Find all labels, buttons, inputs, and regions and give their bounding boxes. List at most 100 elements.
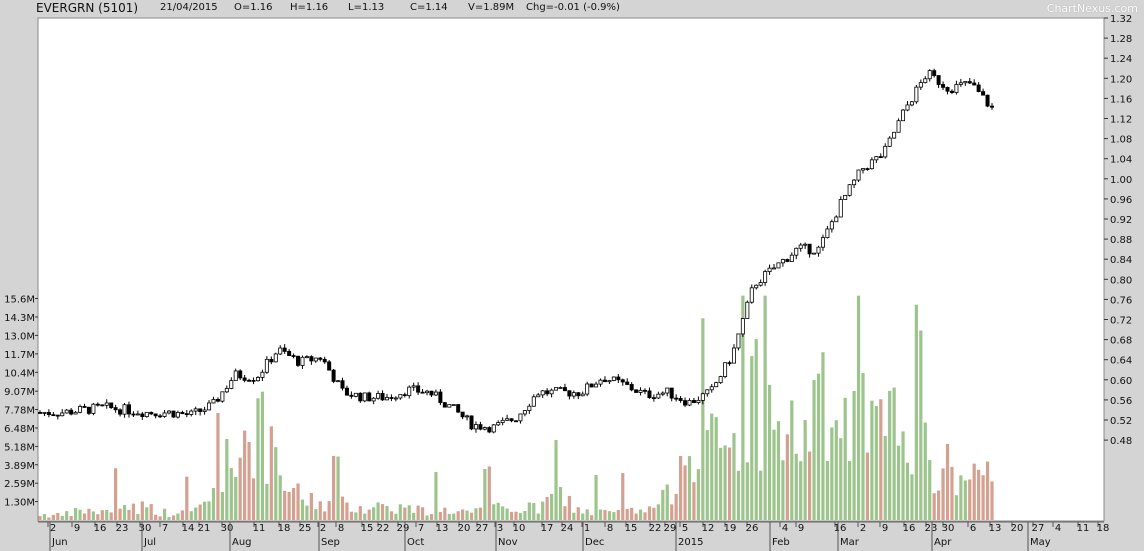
- volume-bar: [603, 509, 607, 520]
- candle-down: [38, 412, 43, 414]
- x-day-label: 29: [397, 523, 410, 534]
- volume-bar: [865, 452, 870, 520]
- candle-up: [954, 84, 959, 93]
- volume-bar: [923, 422, 927, 520]
- candle-up: [714, 382, 719, 388]
- volume-bar: [385, 505, 389, 520]
- candle-up: [909, 101, 914, 106]
- volume-bar: [60, 516, 64, 520]
- candle-down: [95, 403, 100, 406]
- candle-up: [473, 424, 478, 430]
- volume-bar: [794, 453, 798, 520]
- volume-bar: [785, 434, 789, 520]
- candle-down: [669, 387, 674, 399]
- volume-bar: [977, 469, 981, 520]
- candle-up: [78, 406, 83, 413]
- volume-bar: [808, 451, 812, 520]
- volume-bar: [665, 484, 669, 520]
- volume-bar: [91, 511, 95, 520]
- volume-bar: [478, 507, 483, 520]
- volume-bar: [496, 502, 500, 520]
- candle-down: [380, 393, 385, 401]
- candle-up: [763, 271, 768, 283]
- candle-up: [820, 237, 825, 248]
- candle-down: [69, 409, 74, 415]
- candle-up: [923, 78, 928, 83]
- volume-bar: [870, 400, 874, 520]
- candle-up: [856, 169, 861, 181]
- volume-bar: [51, 514, 55, 520]
- candle-up: [656, 393, 661, 399]
- candle-up: [398, 394, 403, 399]
- candle-up: [736, 333, 741, 349]
- x-day-label: 13: [436, 523, 449, 534]
- candle-down: [291, 355, 296, 357]
- price-tick-label: 0.72: [1110, 316, 1132, 327]
- x-day-label: 9: [74, 523, 80, 534]
- candle-down: [509, 418, 514, 422]
- candle-up: [527, 405, 532, 411]
- volume-bar: [367, 509, 371, 520]
- candle-up: [189, 410, 194, 415]
- x-month-label: Aug: [232, 537, 252, 548]
- volume-bar: [38, 516, 42, 520]
- volume-bar: [945, 443, 950, 520]
- candle-up: [665, 387, 670, 394]
- volume-bar: [372, 507, 376, 520]
- volume-bar: [47, 517, 51, 520]
- candle-up: [451, 404, 456, 406]
- volume-bar: [443, 507, 447, 520]
- x-day-label: 22: [649, 523, 662, 534]
- candle-up: [780, 259, 785, 264]
- volume-bar: [278, 475, 282, 520]
- price-tick-label: 0.88: [1110, 235, 1132, 246]
- candle-up: [536, 394, 541, 398]
- volume-bar: [287, 491, 291, 520]
- volume-bar: [772, 429, 776, 520]
- volume-tick-label: 14.3M: [4, 313, 35, 324]
- x-day-label: 16: [903, 523, 916, 534]
- price-tick-label: 1.32: [1110, 14, 1132, 25]
- price-tick-label: 0.52: [1110, 416, 1132, 427]
- x-day-label: 25: [299, 523, 312, 534]
- candle-up: [42, 411, 47, 414]
- volume-bar: [585, 509, 589, 520]
- candle-down: [184, 413, 189, 416]
- price-tick-label: 1.24: [1110, 54, 1132, 65]
- x-day-label: 12: [702, 523, 715, 534]
- volume-bar: [465, 510, 469, 520]
- volume-bar: [848, 461, 852, 520]
- x-day-label: 9: [882, 523, 888, 534]
- volume-bar: [558, 486, 563, 520]
- candle-up: [393, 397, 398, 400]
- candle-up: [869, 159, 874, 170]
- price-tick-label: 0.84: [1110, 255, 1132, 266]
- volume-bar: [652, 507, 656, 520]
- volume-bar: [861, 372, 865, 520]
- candle-down: [349, 394, 354, 397]
- volume-bar: [412, 512, 416, 520]
- volume-bar: [332, 455, 336, 520]
- candle-down: [340, 380, 345, 389]
- volume-bar: [154, 514, 158, 520]
- volume-bar: [403, 507, 407, 520]
- candle-up: [202, 409, 207, 412]
- x-day-label: 18: [278, 523, 291, 534]
- candle-down: [469, 415, 474, 430]
- candle-down: [487, 427, 492, 433]
- volume-bar: [456, 511, 460, 520]
- volume-bar: [243, 430, 247, 520]
- volume-bar: [309, 492, 313, 520]
- candle-up: [758, 282, 763, 286]
- candle-down: [438, 391, 443, 403]
- x-day-label: 30: [942, 523, 955, 534]
- volume-bar: [469, 512, 474, 520]
- volume-bar: [745, 462, 749, 520]
- candle-down: [416, 385, 421, 393]
- candle-down: [576, 392, 581, 397]
- volume-bar: [251, 478, 256, 520]
- volume-bar: [834, 420, 838, 520]
- volume-tick-label: 15.6M: [4, 294, 35, 305]
- x-day-label: 30: [221, 523, 234, 534]
- x-day-label: 20: [458, 523, 471, 534]
